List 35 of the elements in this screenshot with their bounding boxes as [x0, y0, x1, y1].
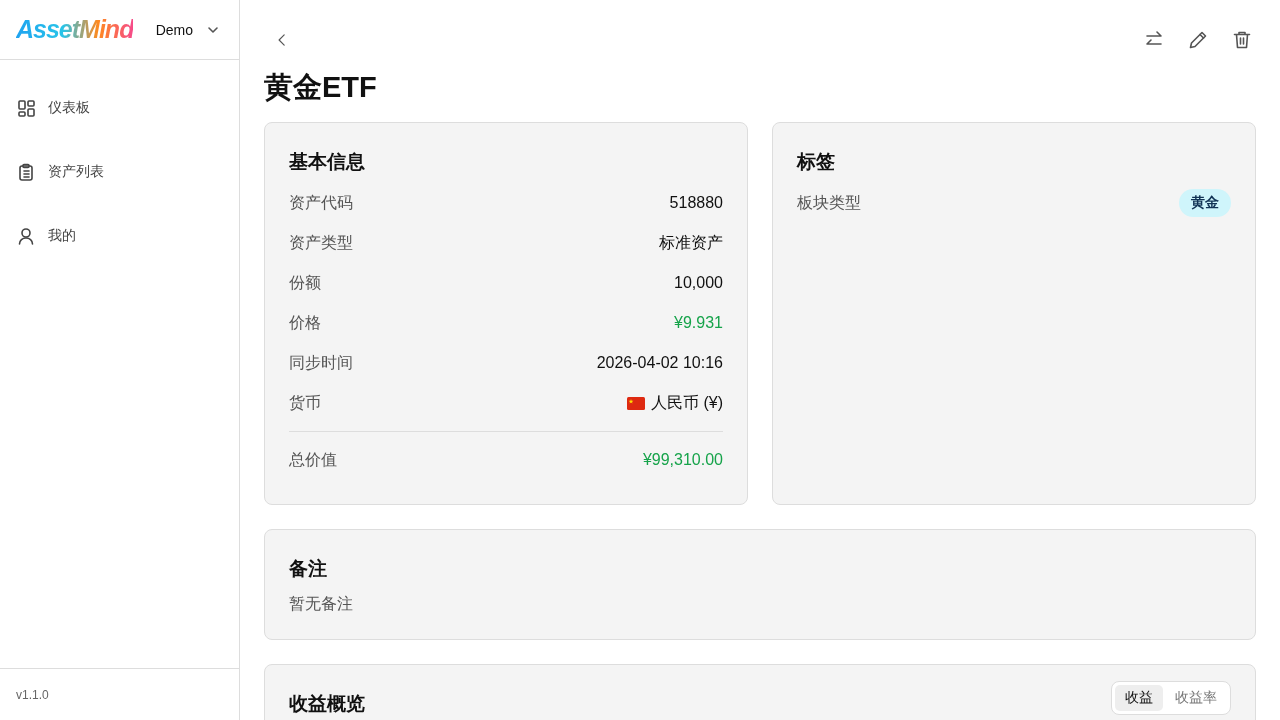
field-value: 518880: [669, 194, 723, 212]
field-value: ¥9.931: [674, 314, 723, 332]
pencil-icon: [1187, 29, 1209, 51]
tag: 黄金: [1179, 189, 1231, 217]
card-heading: 标签: [797, 150, 836, 174]
field-label: 资产代码: [289, 192, 353, 213]
field-value: 2026-04-02 10:16: [596, 354, 723, 372]
nav-item[interactable]: 资产列表: [0, 140, 239, 204]
field-label: 价格: [289, 312, 321, 333]
field-label: 板块类型: [797, 192, 861, 213]
field-label: 同步时间: [289, 352, 353, 373]
card-heading: 基本信息: [289, 150, 366, 174]
account-dropdown[interactable]: Demo: [151, 21, 223, 38]
field-value: 标准资产: [659, 232, 723, 253]
grid-icon: [16, 98, 36, 118]
nav-item[interactable]: 我的: [0, 204, 239, 268]
field-label: 份额: [289, 272, 321, 293]
field-value: 人民币 (¥): [651, 392, 723, 413]
segment-tab[interactable]: 收益: [1115, 685, 1163, 711]
flag-icon: [627, 396, 645, 410]
version-label: v1.1.0: [0, 668, 239, 720]
card-heading: 收益概览: [289, 692, 365, 716]
card-heading: 备注: [289, 557, 328, 581]
clipboard-icon: [16, 162, 36, 182]
field-label: 货币: [289, 392, 321, 413]
field-label: 总价值: [289, 449, 337, 470]
notes-text: 暂无备注: [289, 594, 354, 614]
user-icon: [16, 226, 36, 246]
field-label: 资产类型: [289, 232, 353, 253]
field-value: 10,000: [674, 274, 723, 292]
trash-icon: [1231, 29, 1253, 51]
page-title: 黄金ETF: [264, 70, 378, 105]
total-value: ¥99,310.00: [642, 451, 723, 469]
segment-tab[interactable]: 收益率: [1165, 685, 1227, 711]
nav-item[interactable]: 仪表板: [0, 76, 239, 140]
